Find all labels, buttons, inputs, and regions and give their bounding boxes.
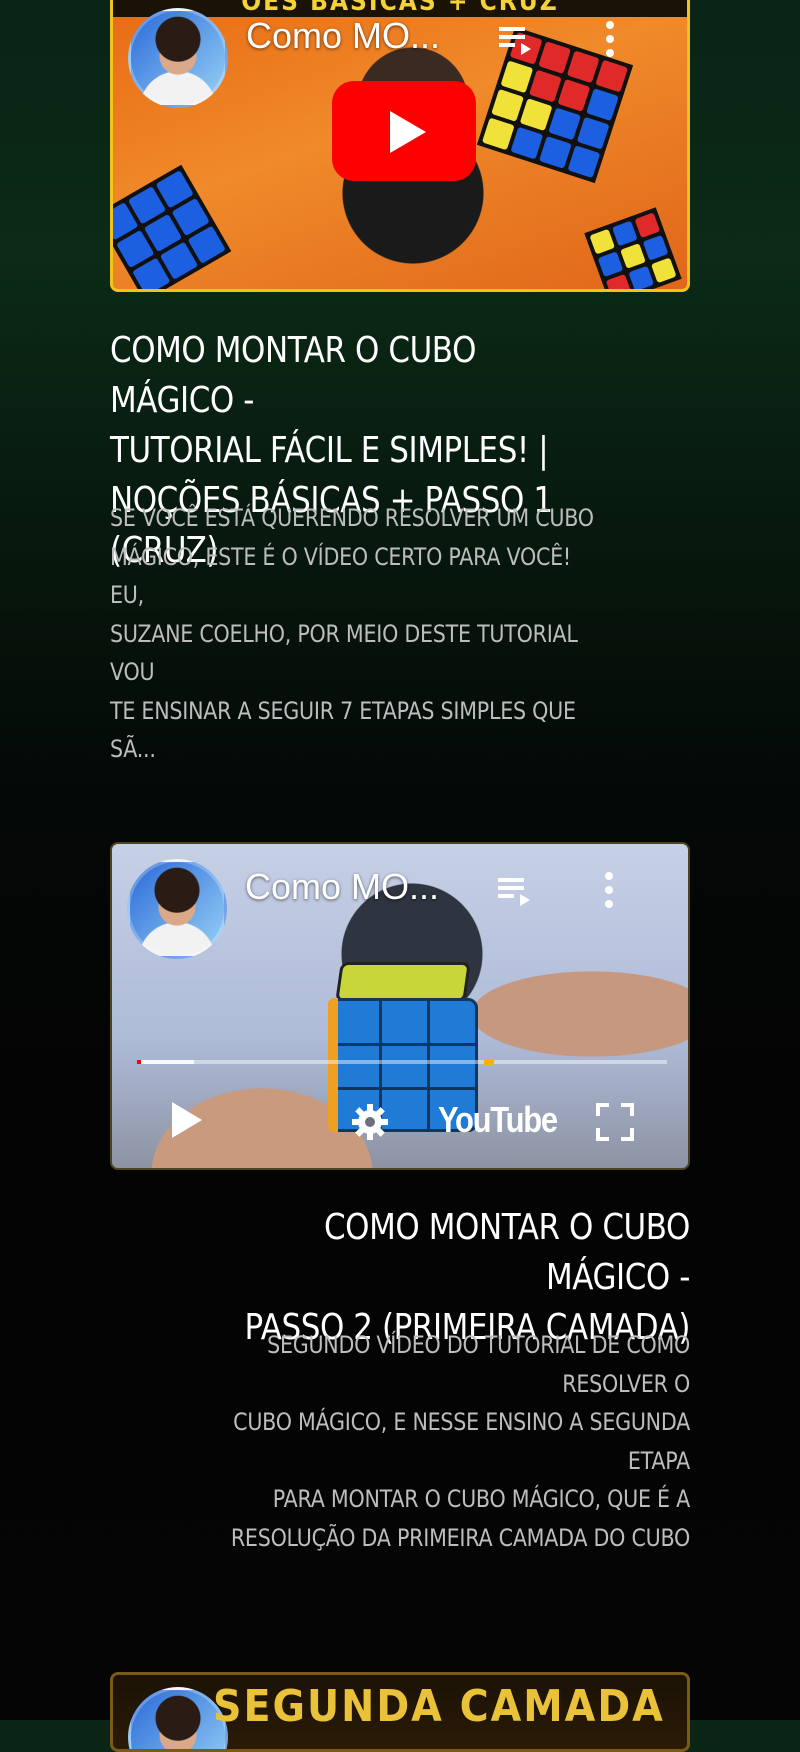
description-line: resolução da primeira camada do cubo xyxy=(230,1523,690,1552)
embed-video-title[interactable]: Como MO... xyxy=(245,866,439,908)
rubiks-cube-image xyxy=(584,207,682,289)
description-line: Segundo vídeo do tutorial de como resolv… xyxy=(267,1331,690,1398)
settings-gear-icon[interactable] xyxy=(350,1102,390,1142)
fullscreen-icon[interactable] xyxy=(595,1102,635,1142)
description-line: te ensinar a seguir 7 etapas simples que… xyxy=(110,696,576,764)
youtube-logo[interactable]: YouTube xyxy=(438,1099,558,1141)
rubiks-cube-image xyxy=(113,164,232,289)
video-embed-1[interactable]: OES BASICAS + CRUZ Como MO... xyxy=(110,0,690,292)
more-vertical-icon[interactable] xyxy=(603,19,617,59)
queue-icon[interactable] xyxy=(496,874,536,910)
description-line: mágico, este é o vídeo certo para você! … xyxy=(110,542,571,610)
progress-bar[interactable] xyxy=(137,1059,667,1065)
description-line: cubo mágico, e nesse ensino a segunda et… xyxy=(233,1408,690,1475)
video-description-1: Se você está querendo resolver um cubo m… xyxy=(110,499,609,769)
thumbnail-banner-text: SEGUNDA CAMADA xyxy=(213,1681,665,1732)
chapter-marker xyxy=(484,1059,494,1065)
channel-avatar[interactable] xyxy=(127,859,227,959)
title-line: Como montar o cubo mágico - xyxy=(323,1207,690,1298)
video-embed-3[interactable]: SEGUNDA CAMADA xyxy=(110,1672,690,1752)
description-line: Se você está querendo resolver um cubo xyxy=(110,504,594,532)
progress-buffered xyxy=(141,1060,194,1064)
more-vertical-icon[interactable] xyxy=(602,870,616,910)
video-description-2: Segundo vídeo do tutorial de como resolv… xyxy=(191,1326,690,1557)
play-button-icon[interactable] xyxy=(332,81,476,181)
queue-icon[interactable] xyxy=(497,23,537,59)
description-line: para montar o cubo mágico, que é a xyxy=(272,1485,690,1513)
channel-avatar[interactable] xyxy=(128,8,228,108)
video-embed-2[interactable]: Como MO... YouTube xyxy=(110,842,690,1170)
title-line: Tutorial fácil e simples! | xyxy=(110,430,549,471)
play-button-icon[interactable] xyxy=(172,1102,202,1138)
embed-video-title[interactable]: Como MO... xyxy=(246,15,440,57)
description-line: Suzane Coelho, por meio deste tutorial v… xyxy=(110,619,578,687)
title-line: Como montar o cubo mágico - xyxy=(110,330,477,421)
